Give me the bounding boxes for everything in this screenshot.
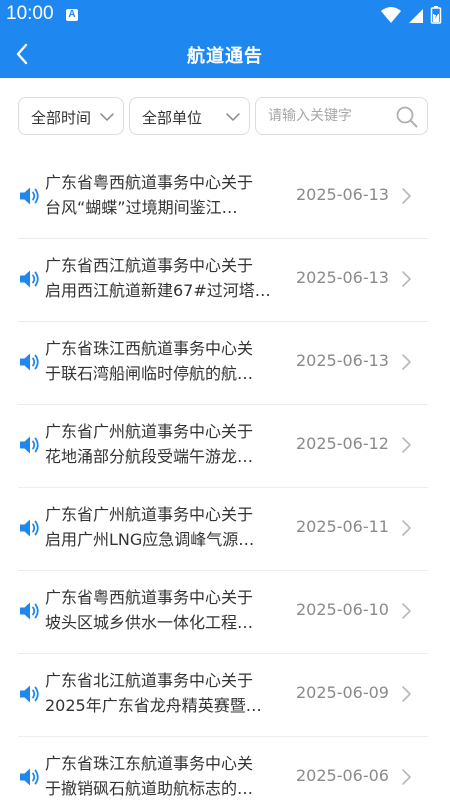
notice-title-line-1: 广东省广州航道事务中心关于 xyxy=(45,422,254,441)
notice-title-line-2: 花地涌部分航段受端午游龙… xyxy=(45,447,254,466)
chevron-right-icon xyxy=(402,686,411,702)
app-header: 航道通告 xyxy=(0,30,450,78)
notice-date: 2025-06-12 xyxy=(296,434,389,453)
chevron-right-icon xyxy=(402,188,411,204)
notice-title-line-1: 广东省西江航道事务中心关于 xyxy=(45,256,254,275)
notice-title-line-1: 广东省珠江东航道事务中心关 xyxy=(45,754,254,773)
notice-list-item[interactable]: 广东省珠江东航道事务中心关 于撤销砜石航道助航标志的… 2025-06-06 xyxy=(0,737,450,805)
notice-title-line-1: 广东省北江航道事务中心关于 xyxy=(45,671,254,690)
chevron-right-icon xyxy=(402,271,411,287)
notice-title: 广东省广州航道事务中心关于 启用广州LNG应急调峰气源… xyxy=(45,502,280,552)
time-filter-label: 全部时间 xyxy=(31,109,92,127)
notice-date: 2025-06-13 xyxy=(296,268,389,287)
notice-date: 2025-06-09 xyxy=(296,683,389,702)
notification-icon: A xyxy=(66,9,78,21)
speaker-icon xyxy=(20,436,39,454)
search-box xyxy=(255,97,428,135)
signal-icon xyxy=(408,9,423,23)
status-time: 10:00 xyxy=(6,3,54,24)
notice-title-line-2: 坡头区城乡供水一体化工程… xyxy=(45,613,254,632)
notice-list-item[interactable]: 广东省珠江西航道事务中心关 于联石湾船闸临时停航的航… 2025-06-13 xyxy=(0,322,450,405)
notice-title-line-1: 广东省珠江西航道事务中心关 xyxy=(45,339,254,358)
notice-date: 2025-06-06 xyxy=(296,766,389,785)
chevron-right-icon xyxy=(402,603,411,619)
notice-title-line-2: 启用广州LNG应急调峰气源… xyxy=(45,530,255,549)
notice-date: 2025-06-13 xyxy=(296,351,389,370)
notice-title: 广东省珠江西航道事务中心关 于联石湾船闸临时停航的航… xyxy=(45,336,280,386)
notice-title-line-1: 广东省广州航道事务中心关于 xyxy=(45,505,254,524)
speaker-icon xyxy=(20,768,39,786)
notice-title-line-2: 于撤销砜石航道助航标志的… xyxy=(45,779,254,798)
chevron-right-icon xyxy=(402,354,411,370)
speaker-icon xyxy=(20,519,39,537)
notice-title-line-2: 于联石湾船闸临时停航的航… xyxy=(45,364,254,383)
notice-list-item[interactable]: 广东省广州航道事务中心关于 花地涌部分航段受端午游龙… 2025-06-12 xyxy=(0,405,450,488)
notice-list-item[interactable]: 广东省北江航道事务中心关于 2025年广东省龙舟精英赛暨… 2025-06-09 xyxy=(0,654,450,737)
notice-title-line-1: 广东省粤西航道事务中心关于 xyxy=(45,588,254,607)
search-icon[interactable] xyxy=(395,105,419,129)
notice-title-line-2: 2025年广东省龙舟精英赛暨… xyxy=(45,696,262,715)
notice-date: 2025-06-10 xyxy=(296,600,389,619)
filter-bar: 全部时间 全部单位 xyxy=(0,78,450,156)
notice-title-line-2: 启用西江航道新建67#过河塔… xyxy=(45,281,271,300)
notice-title-line-1: 广东省粤西航道事务中心关于 xyxy=(45,173,254,192)
wifi-icon xyxy=(380,7,401,23)
speaker-icon xyxy=(20,685,39,703)
unit-filter-label: 全部单位 xyxy=(142,109,203,127)
notice-list-item[interactable]: 广东省粤西航道事务中心关于 台风“蝴蝶”过境期间鉴江… 2025-06-13 xyxy=(0,156,450,239)
notice-title-line-2: 台风“蝴蝶”过境期间鉴江… xyxy=(45,198,238,217)
status-bar: 10:00 A xyxy=(0,0,450,30)
chevron-down-icon xyxy=(100,113,114,121)
speaker-icon xyxy=(20,602,39,620)
notice-list: 广东省粤西航道事务中心关于 台风“蝴蝶”过境期间鉴江… 2025-06-13 广… xyxy=(0,156,450,805)
notice-title: 广东省粤西航道事务中心关于 台风“蝴蝶”过境期间鉴江… xyxy=(45,170,280,220)
speaker-icon xyxy=(20,187,39,205)
notice-date: 2025-06-13 xyxy=(296,185,389,204)
unit-filter-dropdown[interactable]: 全部单位 xyxy=(129,97,250,135)
notice-list-item[interactable]: 广东省广州航道事务中心关于 启用广州LNG应急调峰气源… 2025-06-11 xyxy=(0,488,450,571)
notice-title: 广东省北江航道事务中心关于 2025年广东省龙舟精英赛暨… xyxy=(45,668,280,718)
time-filter-dropdown[interactable]: 全部时间 xyxy=(18,97,124,135)
chevron-down-icon xyxy=(226,113,240,121)
page-title: 航道通告 xyxy=(187,46,263,67)
notice-list-item[interactable]: 广东省粤西航道事务中心关于 坡头区城乡供水一体化工程… 2025-06-10 xyxy=(0,571,450,654)
status-icons xyxy=(380,5,442,25)
chevron-right-icon xyxy=(402,769,411,785)
battery-icon xyxy=(430,6,442,24)
notice-title: 广东省广州航道事务中心关于 花地涌部分航段受端午游龙… xyxy=(45,419,280,469)
notice-list-item[interactable]: 广东省西江航道事务中心关于 启用西江航道新建67#过河塔… 2025-06-13 xyxy=(0,239,450,322)
notice-title: 广东省西江航道事务中心关于 启用西江航道新建67#过河塔… xyxy=(45,253,280,303)
speaker-icon xyxy=(20,353,39,371)
notice-title: 广东省粤西航道事务中心关于 坡头区城乡供水一体化工程… xyxy=(45,585,280,635)
chevron-right-icon xyxy=(402,520,411,536)
notice-date: 2025-06-11 xyxy=(296,517,389,536)
chevron-right-icon xyxy=(402,437,411,453)
notice-title: 广东省珠江东航道事务中心关 于撤销砜石航道助航标志的… xyxy=(45,751,280,801)
speaker-icon xyxy=(20,270,39,288)
search-input[interactable] xyxy=(268,106,388,126)
